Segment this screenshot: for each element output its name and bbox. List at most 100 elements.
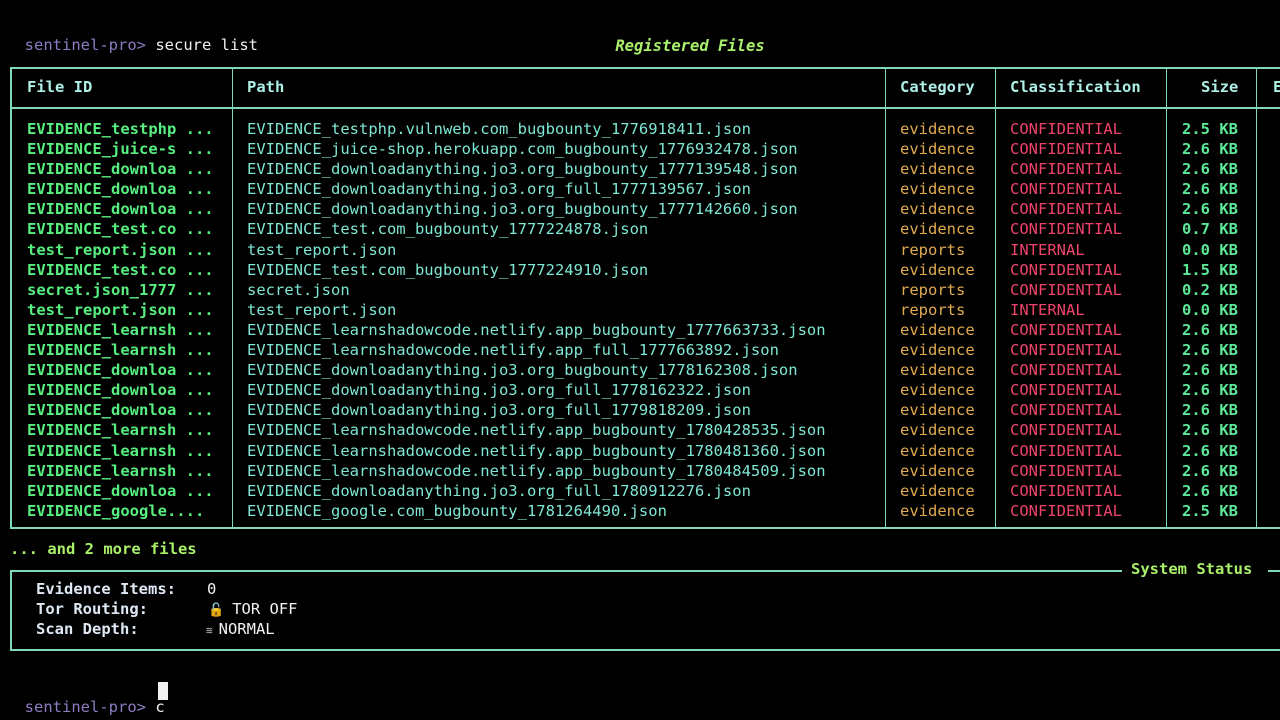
cell-file-id: EVIDENCE_downloa ... (27, 160, 214, 179)
cell-size: 0.7 KB (1182, 220, 1238, 239)
cell-file-id: EVIDENCE_test.co ... (27, 220, 214, 239)
cell-category: evidence (900, 381, 975, 400)
cell-path: secret.json (247, 280, 350, 299)
cell-size: 2.6 KB (1182, 341, 1238, 360)
cell-size: 0.0 KB (1182, 300, 1238, 319)
cell-category: evidence (900, 501, 975, 520)
cell-size: 2.6 KB (1182, 160, 1238, 179)
cell-category: reports (900, 300, 966, 319)
cell-path: EVIDENCE_downloadanything.jo3.org_bugbou… (247, 361, 798, 380)
column-header-category: Category (900, 78, 975, 96)
system-status-panel (10, 570, 1280, 651)
cell-classification: CONFIDENTIAL (1010, 160, 1122, 179)
prompt-label: sentinel-pro> (24, 698, 146, 716)
cell-classification: INTERNAL (1010, 240, 1085, 259)
cell-size: 2.6 KB (1182, 401, 1238, 420)
cell-category: evidence (900, 220, 975, 239)
cell-file-id: test_report.json ... (27, 240, 214, 259)
table-row: EVIDENCE_downloa ... EVIDENCE_downloadany… (12, 481, 1280, 501)
table-row: test_report.json ... test_report.json repo… (12, 240, 1280, 260)
table-body: EVIDENCE_testphp ... EVIDENCE_testphp.vul… (12, 119, 1280, 521)
table-row: EVIDENCE_downloa ... EVIDENCE_downloadany… (12, 400, 1280, 420)
column-header-size: Size (1201, 78, 1239, 96)
table-row: EVIDENCE_downloa ... EVIDENCE_downloadany… (12, 199, 1280, 219)
column-header-e: E (1273, 78, 1280, 96)
cell-category: evidence (900, 341, 975, 360)
table-row: EVIDENCE_test.co ... EVIDENCE_test.com_bu… (12, 260, 1280, 280)
cell-category: evidence (900, 180, 975, 199)
cell-classification: CONFIDENTIAL (1010, 220, 1122, 239)
cell-file-id: EVIDENCE_learnsh ... (27, 441, 214, 460)
tor-routing-label: Tor Routing: (36, 600, 148, 618)
cell-file-id: secret.json_1777 ... (27, 280, 214, 299)
cell-classification: CONFIDENTIAL (1010, 341, 1122, 360)
cell-file-id: EVIDENCE_downloa ... (27, 200, 214, 219)
table-row: EVIDENCE_testphp ... EVIDENCE_testphp.vul… (12, 119, 1280, 139)
registered-files-table: File ID Path Category Classification Siz… (10, 67, 1280, 529)
cell-size: 2.6 KB (1182, 140, 1238, 159)
cell-classification: CONFIDENTIAL (1010, 421, 1122, 440)
cell-size: 2.6 KB (1182, 441, 1238, 460)
tor-routing-value: TOR OFF (232, 600, 298, 618)
cell-size: 2.6 KB (1182, 320, 1238, 339)
column-header-path: Path (247, 78, 285, 96)
table-row: EVIDENCE_test.co ... EVIDENCE_test.com_bu… (12, 219, 1280, 239)
cell-category: evidence (900, 441, 975, 460)
cell-category: evidence (900, 160, 975, 179)
column-header-file-id: File ID (27, 78, 93, 96)
cell-path: EVIDENCE_learnshadowcode.netlify.app_bug… (247, 320, 826, 339)
cell-category: evidence (900, 140, 975, 159)
cell-file-id: EVIDENCE_learnsh ... (27, 320, 214, 339)
cell-size: 1.5 KB (1182, 260, 1238, 279)
cell-path: test_report.json (247, 240, 397, 259)
cell-path: test_report.json (247, 300, 397, 319)
cell-classification: CONFIDENTIAL (1010, 200, 1122, 219)
cell-file-id: EVIDENCE_downloa ... (27, 361, 214, 380)
cell-classification: CONFIDENTIAL (1010, 481, 1122, 500)
cell-path: EVIDENCE_downloadanything.jo3.org_full_1… (247, 401, 751, 420)
cell-size: 2.6 KB (1182, 381, 1238, 400)
cell-classification: INTERNAL (1010, 300, 1085, 319)
cell-category: evidence (900, 461, 975, 480)
cell-classification: CONFIDENTIAL (1010, 381, 1122, 400)
cell-path: EVIDENCE_test.com_bugbounty_1777224878.j… (247, 220, 649, 239)
table-title: Registered Files (615, 37, 765, 55)
cell-file-id: EVIDENCE_test.co ... (27, 260, 214, 279)
cell-path: EVIDENCE_google.com_bugbounty_1781264490… (247, 501, 667, 520)
cell-file-id: EVIDENCE_testphp ... (27, 120, 214, 138)
cell-path: EVIDENCE_testphp.vulnweb.com_bugbounty_1… (247, 120, 751, 138)
table-row: EVIDENCE_google.... EVIDENCE_google.com_b… (12, 501, 1280, 521)
cell-path: EVIDENCE_downloadanything.jo3.org_full_1… (247, 381, 751, 400)
cell-size: 0.0 KB (1182, 240, 1238, 259)
cell-category: evidence (900, 401, 975, 420)
cell-file-id: test_report.json ... (27, 300, 214, 319)
cell-path: EVIDENCE_downloadanything.jo3.org_full_1… (247, 180, 751, 199)
table-row: EVIDENCE_downloa ... EVIDENCE_downloadany… (12, 380, 1280, 400)
cell-category: evidence (900, 320, 975, 339)
cell-classification: CONFIDENTIAL (1010, 501, 1122, 520)
cell-category: evidence (900, 260, 975, 279)
cell-category: evidence (900, 200, 975, 219)
cell-path: EVIDENCE_downloadanything.jo3.org_bugbou… (247, 200, 798, 219)
command-input[interactable]: c (155, 698, 164, 716)
cell-file-id: EVIDENCE_juice-s ... (27, 140, 214, 159)
cell-size: 2.5 KB (1182, 501, 1238, 520)
evidence-items-label: Evidence Items: (36, 580, 176, 598)
terminal-cursor (158, 682, 168, 700)
cell-size: 2.5 KB (1182, 120, 1238, 138)
cell-classification: CONFIDENTIAL (1010, 461, 1122, 480)
cell-classification: CONFIDENTIAL (1010, 140, 1122, 159)
cell-classification: CONFIDENTIAL (1010, 180, 1122, 199)
cell-category: evidence (900, 120, 975, 138)
lock-icon: 🔓 (208, 603, 225, 618)
cell-file-id: EVIDENCE_downloa ... (27, 381, 214, 400)
cell-size: 2.6 KB (1182, 200, 1238, 219)
scan-depth-value: NORMAL (218, 620, 275, 638)
cell-category: reports (900, 280, 966, 299)
table-row: EVIDENCE_juice-s ... EVIDENCE_juice-shop.… (12, 139, 1280, 159)
table-row: EVIDENCE_downloa ... EVIDENCE_downloadany… (12, 360, 1280, 380)
cell-classification: CONFIDENTIAL (1010, 401, 1122, 420)
cell-path: EVIDENCE_juice-shop.herokuapp.com_bugbou… (247, 140, 798, 159)
table-row: EVIDENCE_learnsh ... EVIDENCE_learnshadow… (12, 420, 1280, 440)
table-row: secret.json_1777 ... secret.json reports CO… (12, 280, 1280, 300)
